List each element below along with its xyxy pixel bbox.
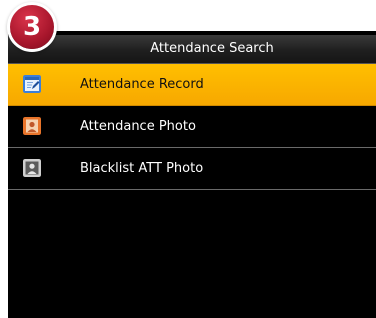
- person-photo-icon: [23, 117, 41, 135]
- person-silhouette-icon: [23, 159, 41, 177]
- notepad-pen-icon: [23, 75, 41, 93]
- page-title: Attendance Search: [150, 41, 274, 56]
- menu-item-label: Attendance Record: [80, 77, 204, 92]
- menu-item-blacklist-att-photo[interactable]: Blacklist ATT Photo: [8, 148, 376, 190]
- title-bar: Attendance Search: [8, 35, 376, 64]
- menu-item-attendance-record[interactable]: Attendance Record: [8, 64, 376, 106]
- menu-item-label: Attendance Photo: [80, 119, 196, 134]
- step-number-badge: 3: [10, 5, 54, 49]
- menu-item-label: Blacklist ATT Photo: [80, 161, 204, 176]
- menu-item-attendance-photo[interactable]: Attendance Photo: [8, 106, 376, 148]
- device-screen: Attendance Search Attendance Record Atte…: [8, 31, 376, 318]
